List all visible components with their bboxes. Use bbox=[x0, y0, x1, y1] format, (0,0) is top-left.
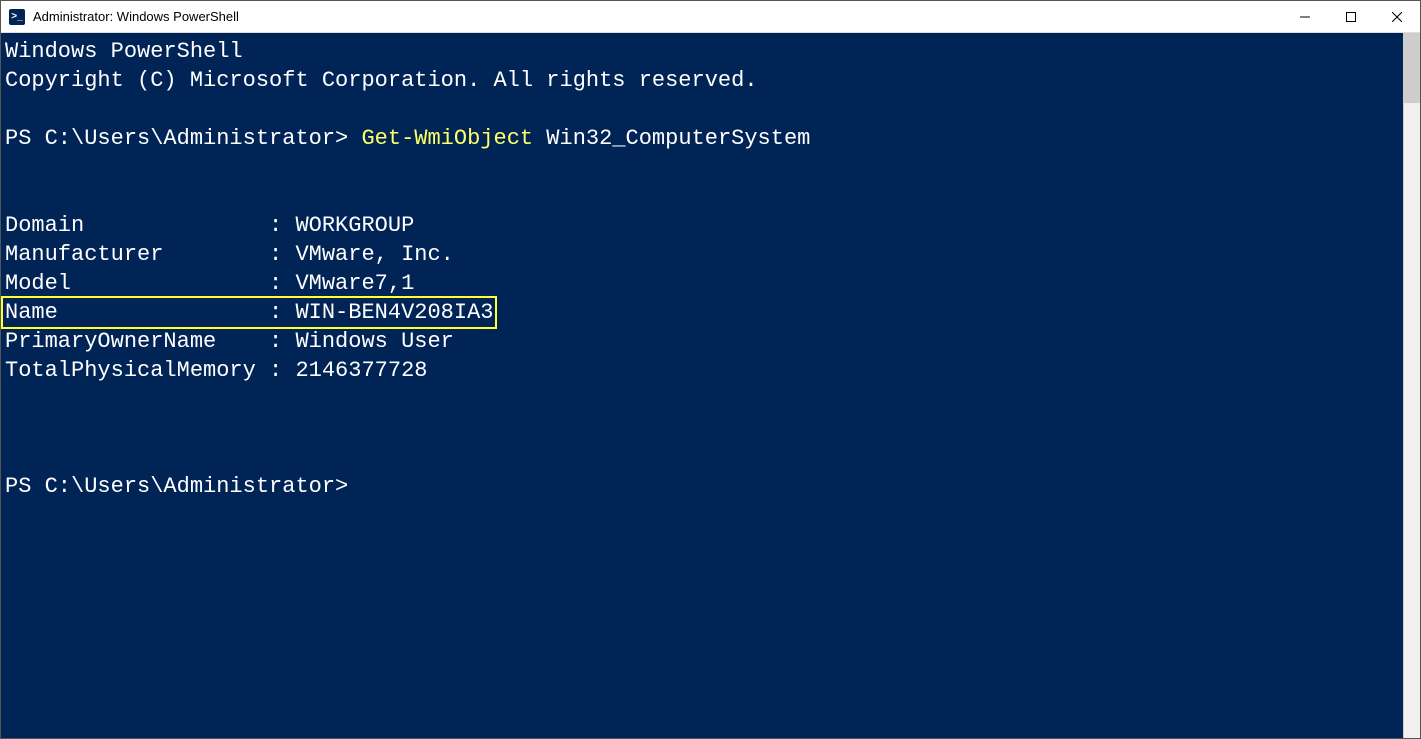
terminal-banner-line1: Windows PowerShell bbox=[5, 39, 243, 64]
output-row-totalphysicalmemory: TotalPhysicalMemory : 2146377728 bbox=[5, 356, 1399, 385]
output-colon: : bbox=[269, 358, 282, 383]
output-value: WIN-BEN4V208IA3 bbox=[282, 300, 493, 325]
window-title: Administrator: Windows PowerShell bbox=[33, 9, 239, 24]
prompt-path: PS C:\Users\Administrator> bbox=[5, 474, 348, 499]
output-key: PrimaryOwnerName bbox=[5, 329, 269, 354]
output-value: WORKGROUP bbox=[282, 213, 414, 238]
close-icon bbox=[1392, 12, 1402, 22]
terminal-area[interactable]: Windows PowerShell Copyright (C) Microso… bbox=[1, 33, 1403, 738]
maximize-button[interactable] bbox=[1328, 1, 1374, 32]
output-key: TotalPhysicalMemory bbox=[5, 358, 269, 383]
output-colon: : bbox=[269, 300, 282, 325]
output-value: Windows User bbox=[282, 329, 454, 354]
titlebar-left: >_ Administrator: Windows PowerShell bbox=[9, 9, 239, 25]
output-colon: : bbox=[269, 213, 282, 238]
output-key: Model bbox=[5, 271, 269, 296]
window-controls bbox=[1282, 1, 1420, 32]
cmdlet-name: Get-WmiObject bbox=[361, 126, 533, 151]
maximize-icon bbox=[1346, 12, 1356, 22]
output-row-domain: Domain : WORKGROUP bbox=[5, 211, 1399, 240]
minimize-button[interactable] bbox=[1282, 1, 1328, 32]
output-row-name: Name : WIN-BEN4V208IA3 bbox=[5, 298, 1399, 327]
powershell-window: >_ Administrator: Windows PowerShell Win… bbox=[0, 0, 1421, 739]
powershell-icon-label: >_ bbox=[11, 11, 22, 22]
output-colon: : bbox=[269, 271, 282, 296]
terminal-area-wrap: Windows PowerShell Copyright (C) Microso… bbox=[1, 33, 1420, 738]
powershell-icon: >_ bbox=[9, 9, 25, 25]
output-colon: : bbox=[269, 329, 282, 354]
output-colon: : bbox=[269, 242, 282, 267]
cmdlet-argument: Win32_ComputerSystem bbox=[533, 126, 810, 151]
titlebar[interactable]: >_ Administrator: Windows PowerShell bbox=[1, 1, 1420, 33]
output-key: Domain bbox=[5, 213, 269, 238]
prompt-path: PS C:\Users\Administrator> bbox=[5, 126, 361, 151]
output-row-manufacturer: Manufacturer : VMware, Inc. bbox=[5, 240, 1399, 269]
scrollbar-thumb[interactable] bbox=[1404, 33, 1420, 103]
minimize-icon bbox=[1300, 12, 1310, 22]
output-key: Manufacturer bbox=[5, 242, 269, 267]
output-value: 2146377728 bbox=[282, 358, 427, 383]
output-value: VMware, Inc. bbox=[282, 242, 454, 267]
output-value: VMware7,1 bbox=[282, 271, 414, 296]
terminal-banner-line2: Copyright (C) Microsoft Corporation. All… bbox=[5, 68, 758, 93]
terminal-command-line: PS C:\Users\Administrator> Get-WmiObject… bbox=[5, 124, 1399, 153]
output-row-model: Model : VMware7,1 bbox=[5, 269, 1399, 298]
highlighted-row: Name : WIN-BEN4V208IA3 bbox=[1, 296, 497, 329]
terminal-prompt-idle[interactable]: PS C:\Users\Administrator> bbox=[5, 472, 1399, 501]
output-key: Name bbox=[5, 300, 269, 325]
output-row-primaryownername: PrimaryOwnerName : Windows User bbox=[5, 327, 1399, 356]
close-button[interactable] bbox=[1374, 1, 1420, 32]
vertical-scrollbar[interactable] bbox=[1403, 33, 1420, 738]
